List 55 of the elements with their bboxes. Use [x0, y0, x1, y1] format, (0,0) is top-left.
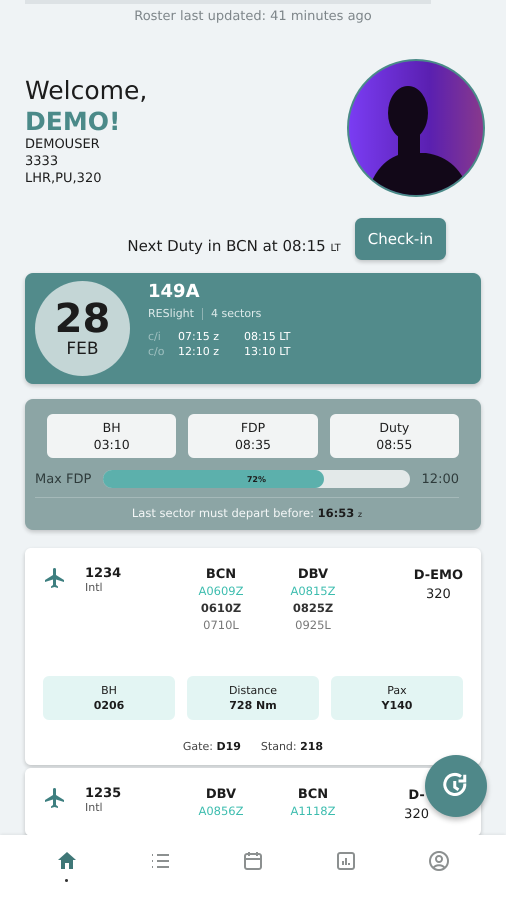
- profile-icon: [427, 849, 452, 873]
- flight-card[interactable]: 1234 Intl BCN A0609Z 0610Z 0710L DBV A0815Z 0825Z 0925L D-EMO 320 BH 0206 Distance 728 Nm Pax Y140 Gate: D19 Stand: 218: [25, 548, 481, 765]
- time-label: c/o: [148, 344, 166, 359]
- airplane-icon: [43, 786, 67, 810]
- scheduled-local: 0710L: [203, 617, 239, 634]
- utc-time: 12:10 z: [178, 344, 220, 359]
- scheduled-utc: 0825Z: [292, 600, 334, 617]
- check-in-button[interactable]: Check-in: [354, 218, 446, 260]
- flight-info-tile: BH 0206: [43, 676, 175, 720]
- aircraft-registration: D-: [408, 787, 425, 805]
- flight-category: Intl: [85, 581, 104, 594]
- airport-code: BCN: [206, 566, 236, 583]
- sector-count: 4 sectors: [210, 307, 262, 320]
- flight-info-tile: Pax Y140: [331, 676, 463, 720]
- airplane-icon: [43, 566, 67, 590]
- scheduled-utc: 0610Z: [200, 600, 242, 617]
- scheduled-local: 0925L: [295, 617, 331, 634]
- flight-category: Intl: [85, 801, 104, 814]
- progress-reading: 72%: [246, 474, 266, 484]
- fdp-limit: 12:00: [422, 472, 459, 486]
- airport-code: DBV: [206, 786, 236, 803]
- local-time: 08:15 LT: [244, 329, 291, 344]
- last-sector-note: Last sector must depart before: 16:53 z: [35, 497, 459, 520]
- aircraft-type: 320: [426, 586, 451, 604]
- aircraft-type: 320: [404, 806, 429, 824]
- airport-code: BCN: [298, 786, 328, 803]
- gate-info: Gate: D19: [182, 740, 241, 753]
- stat-tile: FDP 08:35: [188, 414, 318, 458]
- stat-tile: BH 03:10: [47, 414, 176, 458]
- date-badge: 28 FEB: [35, 281, 130, 376]
- duty-code: 149A: [148, 281, 201, 302]
- next-duty-text: Next Duty in BCN at 08:15 LT: [127, 236, 341, 255]
- aircraft-registration: D-EMO: [414, 567, 463, 585]
- username: DEMOUSER: [25, 136, 101, 153]
- max-fdp-label: Max FDP: [35, 472, 92, 486]
- actual-time: A0856Z: [198, 803, 244, 820]
- time-label: c/i: [148, 329, 162, 344]
- roster-status: Roster last updated: 41 minutes ago: [133, 9, 373, 24]
- actual-time: A0609Z: [198, 583, 244, 600]
- stat-tile: Duty 08:55: [330, 414, 459, 458]
- utc-time: 07:15 z: [178, 329, 220, 344]
- duty-type: RESlight: [148, 307, 194, 320]
- stand-info: Stand: 218: [260, 740, 324, 753]
- actual-time: A1118Z: [290, 803, 336, 820]
- local-time: 13:10 LT: [244, 344, 291, 359]
- flight-info-tile: Distance 728 Nm: [187, 676, 319, 720]
- flight-card[interactable]: 1235 Intl DBV A0856Z BCN A1118Z D- 320: [25, 768, 481, 835]
- qualifications: LHR,PU,320: [25, 170, 102, 187]
- flight-number: 1234: [85, 566, 122, 581]
- welcome-text: Welcome,: [25, 76, 148, 105]
- airport-code: DBV: [298, 566, 328, 583]
- user-name: DEMO!: [25, 107, 122, 136]
- flight-number: 1235: [85, 786, 122, 801]
- staff-number: 3333: [25, 153, 60, 170]
- actual-time: A0815Z: [290, 583, 336, 600]
